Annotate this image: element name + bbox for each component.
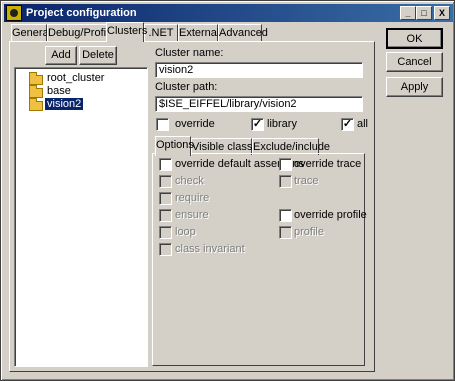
cluster-path-field[interactable]: $ISE_EIFFEL/library/vision2 [155,96,363,112]
override-assertions-checkbox[interactable] [159,158,172,171]
check-checkbox [159,175,172,188]
minimize-button[interactable]: _ [400,6,416,20]
tree-item-label: vision2 [45,98,84,110]
require-checkbox [159,192,172,205]
app-icon [6,5,22,21]
tree-item-label: base [47,85,71,97]
loop-checkbox [159,226,172,239]
tree-item-vision2[interactable]: vision2 [19,98,139,112]
trace-label: trace [294,175,319,187]
maximize-button[interactable]: □ [416,6,432,20]
library-label: library [267,118,297,130]
tab-net[interactable]: .NET [144,24,178,41]
folder-icon [29,85,43,98]
cluster-name-label: Cluster name: [155,47,224,59]
require-label: require [175,192,210,204]
override-checkbox[interactable] [156,118,169,131]
apply-button[interactable]: Apply [386,77,443,97]
tab-debug-profile[interactable]: Debug/Profile [47,24,115,41]
override-profile-checkbox[interactable] [279,209,292,222]
override-trace-label: override trace [294,158,362,170]
tab-general[interactable]: General [11,24,51,41]
trace-checkbox [279,175,292,188]
override-trace-checkbox[interactable] [279,158,292,171]
class-invariant-checkbox [159,243,172,256]
folder-icon [29,72,43,85]
ensure-checkbox [159,209,172,222]
delete-cluster-button[interactable]: Delete [79,46,117,65]
loop-label: loop [175,226,196,238]
override-profile-label: override profile [294,209,367,221]
cluster-tree[interactable]: root_cluster base vision2 [14,67,148,367]
library-checkbox[interactable]: ✓ [251,118,264,131]
tab-externals[interactable]: Externals [178,24,225,41]
title-bar: Project configuration _ □ X [4,4,453,22]
all-checkbox[interactable]: ✓ [341,118,354,131]
ok-button[interactable]: OK [386,28,443,49]
cluster-path-label: Cluster path: [155,81,218,93]
tab-advanced[interactable]: Advanced [218,24,268,41]
add-cluster-button[interactable]: Add [45,46,77,65]
window-title: Project configuration [26,7,137,19]
ensure-label: ensure [175,209,209,221]
cluster-name-field[interactable]: vision2 [155,62,363,78]
all-label: all [357,118,369,130]
tree-item-base[interactable]: base [19,85,139,99]
check-label: check [175,175,204,187]
profile-label: profile [294,226,324,238]
project-configuration-window: Project configuration _ □ X General Debu… [0,0,455,381]
tab-clusters[interactable]: Clusters [106,22,147,42]
profile-checkbox [279,226,292,239]
class-invariant-label: class invariant [175,243,245,255]
close-button[interactable]: X [434,6,450,20]
override-label: override [175,118,215,130]
tab-options[interactable]: Options [155,136,194,156]
cancel-button[interactable]: Cancel [386,52,443,72]
tree-item-root-cluster[interactable]: root_cluster [19,72,139,86]
folder-icon [29,98,43,111]
tree-item-label: root_cluster [47,72,105,84]
